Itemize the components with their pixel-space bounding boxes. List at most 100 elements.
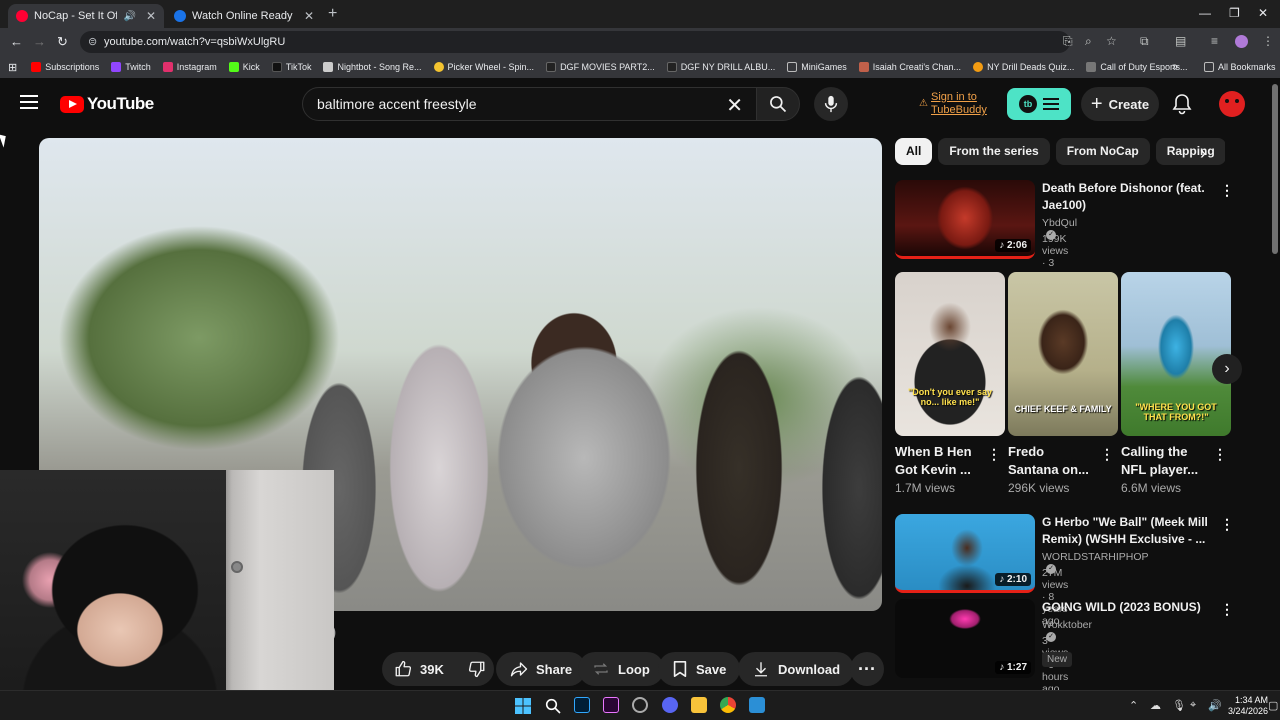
profile-avatar[interactable] (1235, 35, 1248, 48)
close-window-icon[interactable]: ✕ (1258, 6, 1268, 20)
save-button[interactable]: Save (658, 652, 741, 686)
short-thumbnail[interactable]: "Don't you ever say no... like me!" (895, 272, 1005, 436)
video-title[interactable]: G Herbo "We Ball" (Meek Mill Remix) (WSHH… (1042, 514, 1212, 548)
bookmark-nightbot[interactable]: Nightbot - Song Re... (323, 62, 422, 72)
bookmark-picker-wheel[interactable]: Picker Wheel - Spin... (433, 62, 534, 72)
chip-from-nocap[interactable]: From NoCap (1055, 138, 1150, 165)
video-thumbnail[interactable]: ♪ 2:10 (895, 514, 1035, 593)
premiere-icon[interactable] (603, 697, 619, 713)
obs-icon[interactable] (632, 697, 648, 713)
short-thumbnail[interactable]: CHIEF KEEF & FAMILY (1008, 272, 1118, 436)
side-panel-icon[interactable]: ▤ (1175, 34, 1186, 48)
network-icon[interactable]: ⌖ (1190, 699, 1196, 712)
chip-all[interactable]: All (895, 138, 933, 165)
notifications-bell-icon[interactable] (1172, 93, 1192, 115)
bookmark-twitch[interactable]: Twitch (111, 62, 151, 72)
video-thumbnail[interactable]: ♪ 1:27 (895, 599, 1035, 678)
all-bookmarks-folder[interactable]: All Bookmarks (1204, 62, 1276, 72)
short-options-kebab-icon[interactable]: ⋮ (1100, 446, 1114, 463)
download-button[interactable]: Download (738, 652, 855, 686)
bookmark-kick[interactable]: Kick (228, 62, 260, 72)
menu-hamburger-icon[interactable] (20, 95, 38, 109)
voice-search-button[interactable] (814, 87, 848, 121)
video-title[interactable]: GOING WILD (2023 BONUS) (1042, 599, 1222, 616)
short-item[interactable]: "WHERE YOU GOT THAT FROM?!" Calling the N… (1121, 272, 1231, 495)
account-avatar[interactable] (1219, 91, 1245, 117)
short-options-kebab-icon[interactable]: ⋮ (987, 446, 1001, 463)
tab-ready-or-not[interactable]: Watch Online Ready or Not 2: ✕ (166, 4, 322, 28)
minimize-icon[interactable]: — (1199, 6, 1211, 20)
share-button[interactable]: Share (496, 652, 587, 686)
more-actions-button[interactable]: ··· (850, 652, 884, 686)
photoshop-icon[interactable] (574, 697, 590, 713)
video-options-kebab-icon[interactable]: ⋮ (1220, 601, 1234, 618)
bookmark-dgf-movies[interactable]: DGF MOVIES PART2... (546, 62, 655, 72)
restore-icon[interactable]: ❐ (1229, 6, 1240, 20)
chrome-icon[interactable] (720, 697, 736, 713)
video-options-kebab-icon[interactable]: ⋮ (1220, 182, 1234, 199)
loop-button[interactable]: Loop (578, 652, 664, 686)
zoom-icon[interactable]: ⌕ (1085, 34, 1092, 49)
bookmark-isaiah[interactable]: Isaiah Creati's Chan... (858, 62, 961, 72)
video-thumbnail[interactable]: ♪ 2:06 (895, 180, 1035, 259)
new-tab-button[interactable]: + (328, 5, 337, 23)
microphone-tray-icon[interactable]: 🎙 (1172, 699, 1186, 712)
discord-icon[interactable] (662, 697, 678, 713)
short-thumbnail[interactable]: "WHERE YOU GOT THAT FROM?!" (1121, 272, 1231, 436)
short-options-kebab-icon[interactable]: ⋮ (1213, 446, 1227, 463)
bookmark-instagram[interactable]: Instagram (162, 62, 217, 72)
video-options-kebab-icon[interactable]: ⋮ (1220, 516, 1234, 533)
like-thumbs-up-icon[interactable] (394, 660, 412, 678)
short-item[interactable]: CHIEF KEEF & FAMILY Fredo Santana on... 2… (1008, 272, 1118, 495)
short-title[interactable]: Calling the NFL player... (1121, 443, 1211, 479)
url-field[interactable]: ⊜ youtube.com/watch?v=qsbiWxUlgRU (80, 31, 1070, 53)
short-title[interactable]: When B Hen Got Kevin ... (895, 443, 985, 479)
media-control-icon[interactable]: ≡ (1211, 34, 1218, 48)
notepad-icon[interactable] (749, 697, 765, 713)
bookmark-star-icon[interactable]: ☆ (1106, 34, 1117, 48)
tubebuddy-signin-link[interactable]: ⚠ Sign in to TubeBuddy (919, 91, 987, 117)
video-title[interactable]: Death Before Dishonor (feat. Jae100) (1042, 180, 1212, 214)
shorts-next-chevron-icon[interactable]: › (1212, 354, 1242, 384)
file-explorer-icon[interactable] (691, 697, 707, 713)
windows-start-icon[interactable] (515, 698, 531, 714)
back-icon[interactable]: ← (10, 34, 23, 49)
bookmark-subscriptions[interactable]: Subscriptions (31, 62, 99, 72)
bookmark-drill-quiz[interactable]: NY Drill Deads Quiz... (973, 62, 1074, 72)
reload-icon[interactable]: ↻ (57, 34, 68, 50)
clear-search-icon[interactable]: ✕ (726, 93, 743, 118)
short-item[interactable]: "Don't you ever say no... like me!" When… (895, 272, 1005, 495)
chip-from-the-series[interactable]: From the series (938, 138, 1050, 165)
system-clock[interactable]: 1:34 AM 3/24/2026 (1228, 695, 1268, 717)
apps-grid-icon[interactable]: ⊞ (8, 61, 17, 74)
page-scrollbar[interactable] (1272, 84, 1278, 254)
extensions-icon[interactable]: ⧉ (1140, 34, 1149, 49)
browser-menu-icon[interactable]: ⋮ (1262, 34, 1274, 48)
search-input[interactable]: baltimore accent freestyle ✕ (302, 87, 758, 121)
chip-rapping[interactable]: Rapping (1155, 138, 1225, 165)
chevron-right-icon[interactable]: › (1200, 143, 1206, 164)
more-bookmarks-icon[interactable]: » (1172, 61, 1178, 73)
onedrive-icon[interactable]: ☁ (1150, 699, 1161, 712)
tray-overflow-icon[interactable]: ⌃ (1129, 699, 1138, 712)
create-button[interactable]: + Create (1081, 87, 1159, 121)
taskbar-search-icon[interactable] (545, 698, 561, 714)
volume-icon[interactable]: 🔊 (1208, 699, 1222, 712)
close-tab-icon[interactable]: ✕ (146, 9, 156, 23)
dislike-thumbs-down-icon[interactable] (468, 660, 486, 678)
install-app-icon[interactable]: ⎘ (1063, 34, 1073, 49)
bookmark-dgf-drill[interactable]: DGF NY DRILL ALBU... (666, 62, 775, 72)
tab-nocap[interactable]: NoCap - Set It Off (Official 🔊 ✕ (8, 4, 164, 28)
youtube-logo[interactable]: YouTube (60, 94, 154, 114)
site-info-icon[interactable]: ⊜ (88, 35, 97, 48)
notifications-icon[interactable]: ▢ (1268, 699, 1278, 712)
short-title[interactable]: Fredo Santana on... (1008, 443, 1098, 479)
close-tab-icon[interactable]: ✕ (304, 9, 314, 23)
search-button[interactable] (756, 87, 800, 121)
bookmark-folder-minigames[interactable]: MiniGames (787, 62, 847, 72)
forward-icon[interactable]: → (33, 34, 46, 49)
audio-playing-icon[interactable]: 🔊 (123, 11, 135, 22)
bookmark-tiktok[interactable]: TikTok (271, 62, 311, 72)
tubebuddy-menu-button[interactable]: tb (1007, 88, 1071, 120)
like-count[interactable]: 39K (420, 662, 444, 677)
